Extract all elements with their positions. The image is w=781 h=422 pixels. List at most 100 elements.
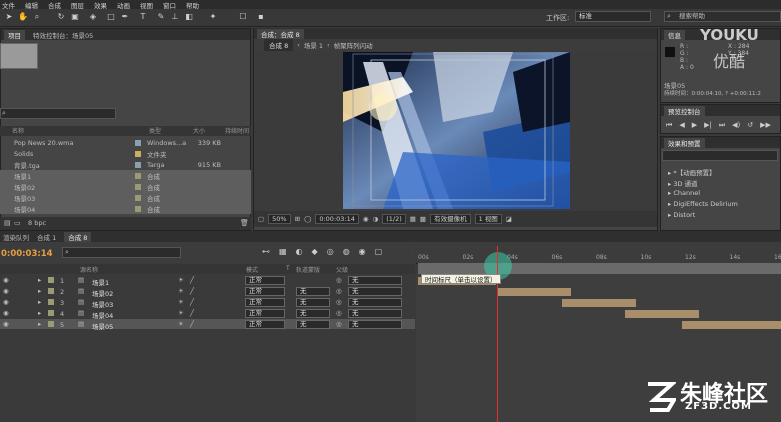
tab-render-queue[interactable]: 渲染队列 <box>3 232 29 242</box>
views-select[interactable]: 1 视图 <box>474 214 502 224</box>
snapshot-icon[interactable]: ◉ <box>363 215 369 223</box>
comp-mini-flowchart-icon[interactable]: ⊷ <box>262 247 270 256</box>
parent-select[interactable]: 无 <box>348 298 402 307</box>
project-row[interactable]: 场景02 合成 <box>0 181 251 192</box>
label-swatch[interactable] <box>135 172 141 179</box>
work-area-bar[interactable] <box>418 263 781 274</box>
track-matte-select[interactable]: 无 <box>296 320 330 329</box>
quality-switch-icon[interactable]: ╱ <box>190 276 194 284</box>
tab-effect-controls[interactable]: 特效控制台：场景05 <box>33 30 93 40</box>
label-swatch[interactable] <box>48 277 54 283</box>
effect-category[interactable]: ▸ DigiEffects Delirium <box>668 200 738 208</box>
visibility-eye-icon[interactable]: ◉ <box>3 320 9 328</box>
project-search-input[interactable] <box>0 108 116 119</box>
pick-whip-icon[interactable]: ◎ <box>336 276 342 284</box>
quality-switch-icon[interactable]: ╱ <box>190 298 194 306</box>
col-size[interactable]: 大小 <box>179 126 209 136</box>
col-duration[interactable]: 持续时间 <box>209 126 249 136</box>
parent-select[interactable]: 无 <box>348 320 402 329</box>
rotate-tool-icon[interactable]: ↻ <box>56 12 66 22</box>
blend-mode-select[interactable]: 正常 <box>245 298 285 307</box>
pick-whip-icon[interactable]: ◎ <box>336 298 342 306</box>
visibility-eye-icon[interactable]: ◉ <box>3 276 9 284</box>
col-parent[interactable]: 父级 <box>336 265 348 274</box>
label-swatch[interactable] <box>135 150 141 157</box>
project-row[interactable]: 背景.tga Targa 915 KB <box>0 159 251 170</box>
playhead[interactable] <box>497 246 498 422</box>
live-update-icon[interactable]: ◉ <box>359 247 366 256</box>
tab-effects-presets[interactable]: 效果和预置 <box>664 137 705 148</box>
pan-behind-tool-icon[interactable]: ◈ <box>88 12 98 22</box>
pen-tool-icon[interactable]: ✒ <box>120 12 130 22</box>
interpret-footage-icon[interactable]: ▤ <box>4 219 11 227</box>
label-swatch[interactable] <box>135 161 141 168</box>
transparency-grid-icon[interactable]: ▩ <box>420 215 426 223</box>
layer-row[interactable]: ◉ ▸ 2 ▤ 场景02 ☀ ╱ 正常无 ◎ 无 <box>0 286 415 298</box>
label-swatch[interactable] <box>48 310 54 316</box>
label-swatch[interactable] <box>135 205 141 212</box>
audio-icon[interactable]: ◀) <box>732 121 740 130</box>
mask-tool-icon[interactable]: □ <box>106 12 116 22</box>
tab-comp-1[interactable]: 合成 1 <box>37 232 56 242</box>
ram-preview-icon[interactable]: ▶▶ <box>760 121 771 130</box>
mask-visibility-icon[interactable]: ◯ <box>304 215 311 223</box>
resolution-select[interactable]: (1/2) <box>382 214 406 224</box>
hand-tool-icon[interactable]: ✋ <box>18 12 28 22</box>
clone-tool-icon[interactable]: ⊥ <box>170 12 180 22</box>
motion-blur-icon[interactable]: ◎ <box>327 247 334 256</box>
blend-mode-select[interactable]: 正常 <box>245 320 285 329</box>
tab-comp-8[interactable]: 合成 8 <box>64 231 92 242</box>
effect-category[interactable]: ▸ *【动画预置】 <box>668 167 716 177</box>
visibility-eye-icon[interactable]: ◉ <box>3 309 9 317</box>
label-swatch[interactable] <box>135 139 141 146</box>
project-row[interactable]: 场景04 合成 <box>0 203 251 214</box>
text-tool-icon[interactable]: T <box>138 12 148 22</box>
timeline-search-input[interactable] <box>62 247 181 258</box>
grid-icon[interactable]: ⊞ <box>295 215 300 223</box>
parent-select[interactable]: 无 <box>348 287 402 296</box>
track-matte-select[interactable]: 无 <box>296 298 330 307</box>
camera-select[interactable]: 有效摄像机 <box>430 214 471 224</box>
col-type[interactable]: 类型 <box>135 126 179 136</box>
expand-arrow-icon[interactable]: ▸ <box>38 309 41 317</box>
quality-switch-icon[interactable]: ╱ <box>190 309 194 317</box>
loop-icon[interactable]: ↺ <box>747 121 753 130</box>
layer-duration-bar[interactable] <box>497 288 571 296</box>
draft-3d-icon[interactable]: ▦ <box>279 247 287 256</box>
color-channel-icon[interactable]: ◑ <box>373 215 379 223</box>
zoom-select[interactable]: 50% <box>268 214 291 224</box>
layer-duration-bar[interactable] <box>562 299 636 307</box>
tab-composition[interactable]: 合成：合成 8 <box>257 28 304 39</box>
expand-arrow-icon[interactable]: ▸ <box>38 287 41 295</box>
zoom-tool-icon[interactable]: ⌕ <box>32 12 42 22</box>
selection-tool-icon[interactable]: ➤ <box>4 12 14 22</box>
collapse-switch-icon[interactable]: ☀ <box>178 276 184 284</box>
layer-row[interactable]: ◉ ▸ 3 ▤ 场景03 ☀ ╱ 正常无 ◎ 无 <box>0 297 415 309</box>
snap-icon[interactable]: ▪ <box>256 12 266 22</box>
last-frame-icon[interactable]: ⏭ <box>719 121 725 130</box>
hide-shy-icon[interactable]: ◐ <box>296 247 303 256</box>
label-swatch[interactable] <box>48 321 54 327</box>
col-source-name[interactable]: 源名称 <box>80 265 98 274</box>
project-row[interactable]: 场景03 合成 <box>0 192 251 203</box>
visibility-eye-icon[interactable]: ◉ <box>3 287 9 295</box>
effects-search-input[interactable] <box>662 150 778 161</box>
crumb-comp[interactable]: 合成 8 <box>264 39 294 51</box>
brainstorm-icon[interactable]: ▢ <box>375 247 383 256</box>
layer-row[interactable]: ◉ ▸ 4 ▤ 场景04 ☀ ╱ 正常无 ◎ 无 <box>0 308 415 320</box>
fast-preview-icon[interactable]: ◪ <box>506 215 512 223</box>
frame-blending-icon[interactable]: ◆ <box>312 247 318 256</box>
col-t[interactable]: T <box>286 265 290 272</box>
workspace-select[interactable]: 标准 <box>575 11 651 22</box>
play-icon[interactable]: ▶ <box>692 121 697 130</box>
project-row[interactable]: 场景1 合成 <box>0 170 251 181</box>
layer-duration-bar[interactable] <box>625 310 699 318</box>
graph-editor-icon[interactable]: ◍ <box>343 247 350 256</box>
track-matte-select[interactable]: 无 <box>296 287 330 296</box>
collapse-switch-icon[interactable]: ☀ <box>178 320 184 328</box>
snap-checkbox-icon[interactable]: ☐ <box>238 12 248 22</box>
camera-tool-icon[interactable]: ▣ <box>70 12 80 22</box>
preview-frame[interactable] <box>343 52 570 209</box>
tab-preview[interactable]: 预览控制台 <box>664 105 705 116</box>
pick-whip-icon[interactable]: ◎ <box>336 309 342 317</box>
